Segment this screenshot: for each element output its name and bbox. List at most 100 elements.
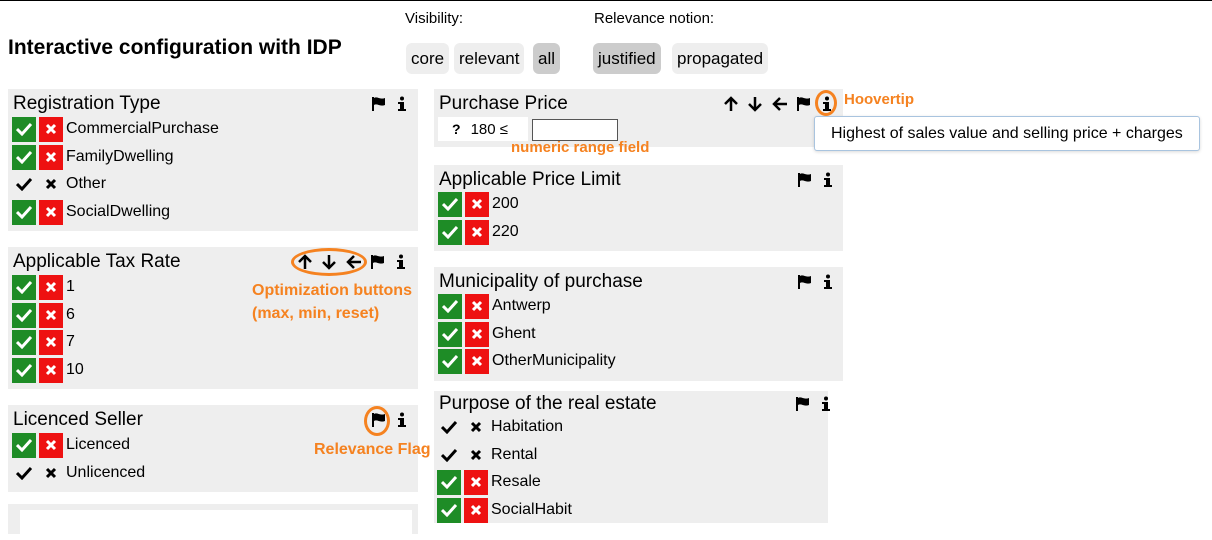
list-item: 220 [438, 219, 519, 245]
list-item: Resale [437, 469, 541, 495]
list-item-label: CommercialPurchase [66, 120, 219, 137]
arrow-down-icon[interactable] [747, 94, 765, 114]
list-item-label: Habitation [491, 418, 564, 435]
check-icon[interactable] [437, 443, 461, 468]
flag-icon[interactable] [795, 94, 813, 114]
cross-icon[interactable] [39, 329, 63, 355]
info-icon[interactable] [394, 94, 412, 114]
card-title: Municipality of purchase [439, 271, 643, 292]
list-item-label: 1 [66, 278, 75, 295]
check-icon[interactable] [437, 415, 461, 440]
flag-icon[interactable] [794, 394, 812, 414]
flag-icon[interactable] [796, 272, 814, 292]
annotation-relevance-flag: Relevance Flag [314, 441, 431, 458]
arrow-up-icon[interactable] [723, 94, 741, 114]
info-icon[interactable] [820, 170, 838, 190]
annotation-optimization-sub: (max, min, reset) [252, 305, 380, 322]
check-icon[interactable] [12, 116, 36, 142]
check-icon[interactable] [438, 348, 462, 374]
relevance-propagated-button[interactable]: propagated [672, 43, 769, 74]
check-icon[interactable] [437, 469, 461, 495]
visibility-relevant-button[interactable]: relevant [454, 43, 525, 74]
cross-icon[interactable] [464, 497, 488, 523]
list-item-label: Other [66, 175, 107, 192]
check-icon[interactable] [438, 293, 462, 319]
annotation-ring-optimization [291, 248, 367, 276]
check-icon[interactable] [12, 274, 36, 300]
card-title: Applicable Price Limit [439, 169, 621, 190]
flag-icon[interactable] [369, 252, 387, 272]
list-item-label: Antwerp [492, 297, 551, 314]
check-icon[interactable] [12, 172, 36, 197]
check-icon[interactable] [12, 461, 36, 486]
card-title: Purchase Price [439, 93, 568, 114]
card-title: Purpose of the real estate [439, 393, 657, 414]
cross-icon[interactable] [39, 199, 63, 225]
cross-icon[interactable] [464, 443, 488, 468]
list-item: Ghent [438, 321, 536, 347]
check-icon[interactable] [438, 191, 462, 217]
cross-icon[interactable] [465, 321, 489, 347]
list-item: Licenced [12, 432, 130, 458]
info-icon[interactable] [394, 410, 412, 430]
cross-icon[interactable] [39, 461, 63, 486]
check-icon[interactable] [12, 199, 36, 225]
flag-icon[interactable] [796, 170, 814, 190]
cross-icon[interactable] [39, 302, 63, 328]
list-item: Habitation [437, 414, 563, 440]
cross-icon[interactable] [465, 191, 489, 217]
check-icon[interactable] [12, 432, 36, 458]
visibility-label: Visibility: [405, 10, 464, 27]
list-item-label: 6 [66, 306, 75, 323]
check-icon[interactable] [12, 329, 36, 355]
list-item-label: Rental [491, 446, 538, 463]
list-item-label: Resale [491, 473, 541, 490]
cross-icon[interactable] [39, 432, 63, 458]
hover-tooltip: Highest of sales value and selling price… [814, 116, 1200, 151]
cross-icon[interactable] [39, 357, 63, 383]
annotation-hoovertip: Hoovertip [844, 91, 915, 108]
cross-icon[interactable] [465, 293, 489, 319]
check-icon[interactable] [12, 302, 36, 328]
cross-icon[interactable] [39, 172, 63, 197]
check-icon[interactable] [438, 321, 462, 347]
list-item-label: SocialDwelling [66, 203, 171, 220]
visibility-all-button[interactable]: all [533, 43, 561, 74]
relevance-justified-button[interactable]: justified [593, 43, 661, 74]
check-icon[interactable] [12, 144, 36, 170]
purpose-card: Purpose of the real estate Habitation Re… [434, 391, 830, 523]
list-item: Other [12, 171, 106, 197]
registration-type-card: Registration Type CommercialPurchase Fam… [8, 89, 418, 231]
cross-icon[interactable] [39, 274, 63, 300]
visibility-core-button[interactable]: core [406, 43, 450, 74]
flag-icon[interactable] [370, 94, 388, 114]
list-item: Antwerp [438, 293, 551, 319]
info-icon[interactable] [818, 394, 836, 414]
annotation-numeric-range: numeric range field [511, 139, 650, 156]
list-item: SocialDwelling [12, 199, 170, 225]
cross-icon[interactable] [464, 415, 488, 440]
cross-icon[interactable] [465, 219, 489, 245]
list-item: Rental [437, 442, 537, 468]
list-item: 10 [12, 357, 84, 383]
range-lower-bound: 180 ≤ [470, 120, 508, 138]
check-icon[interactable] [437, 497, 461, 523]
empty-card-content [20, 510, 412, 540]
list-item: 1 [12, 274, 75, 300]
card-title: Applicable Tax Rate [13, 251, 181, 272]
check-icon[interactable] [12, 357, 36, 383]
list-item: FamilyDwelling [12, 144, 174, 170]
info-icon[interactable] [393, 252, 411, 272]
list-item-label: 200 [492, 195, 519, 212]
price-range-input[interactable] [532, 119, 618, 141]
check-icon[interactable] [438, 219, 462, 245]
info-icon[interactable] [820, 272, 838, 292]
range-display: ? 180 ≤ [438, 117, 528, 141]
cross-icon[interactable] [39, 116, 63, 142]
arrow-left-icon[interactable] [771, 94, 789, 114]
cross-icon[interactable] [464, 469, 488, 495]
cross-icon[interactable] [465, 348, 489, 374]
cross-icon[interactable] [39, 144, 63, 170]
unknown-marker: ? [452, 121, 461, 137]
list-item: 6 [12, 302, 75, 328]
